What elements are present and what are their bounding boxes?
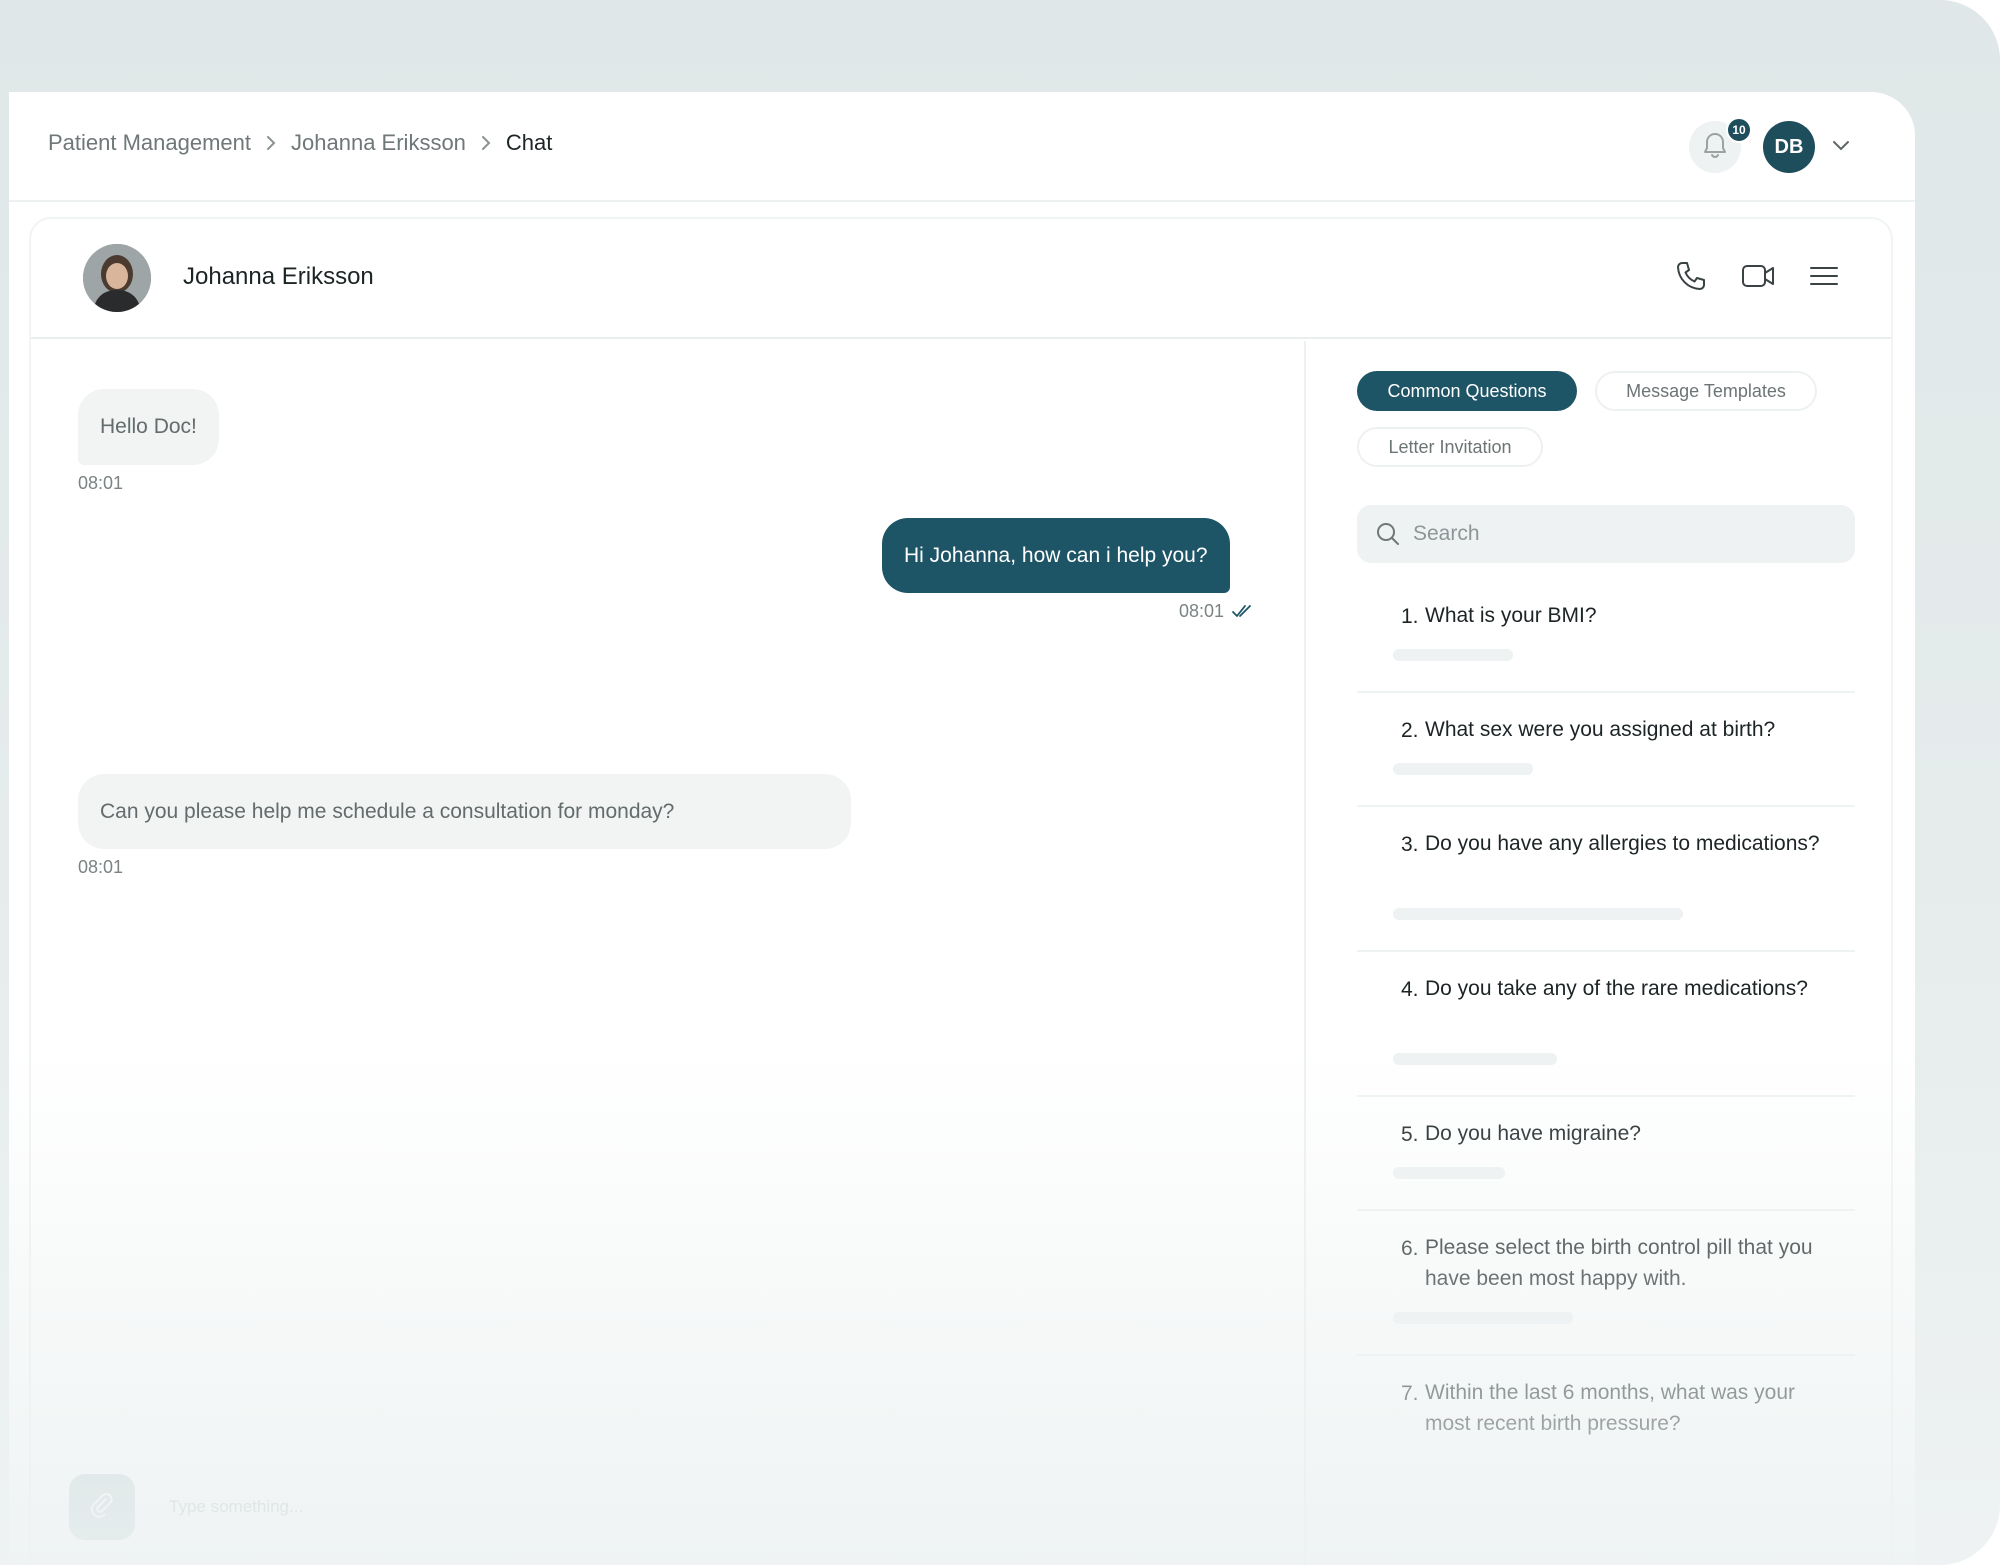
message-timestamp: 08:01 (78, 473, 124, 493)
question-text: Do you have migraine? (1425, 1122, 1641, 1145)
question-number: 1. (1401, 605, 1419, 628)
search-input[interactable] (1413, 522, 1833, 546)
question-placeholder-bar (1393, 1053, 1557, 1065)
question-placeholder-bar (1393, 1167, 1505, 1179)
question-item[interactable]: 6. Please select the birth control pill … (1357, 1213, 1855, 1356)
question-placeholder-bar (1393, 763, 1533, 775)
question-number: 7. (1401, 1382, 1419, 1405)
question-placeholder-bar (1393, 1312, 1573, 1324)
question-item[interactable]: 3. Do you have any allergies to medicati… (1357, 809, 1855, 952)
question-item[interactable]: 5. Do you have migraine? (1357, 1099, 1855, 1211)
chevron-right-icon (265, 134, 277, 152)
phone-icon[interactable] (1674, 259, 1708, 298)
tab-message-templates[interactable]: Message Templates (1595, 371, 1817, 411)
message-list: Hello Doc! 08:01 Hi Johanna, how can i h… (31, 341, 1306, 1565)
question-text: Do you take any of the rare medications? (1425, 977, 1808, 1000)
question-number: 5. (1401, 1123, 1419, 1146)
chat-header: Johanna Eriksson (31, 219, 1891, 339)
search-icon (1375, 521, 1401, 547)
app-window: Patient Management Johanna Eriksson Chat (9, 92, 1915, 1565)
question-number: 4. (1401, 978, 1419, 1001)
side-panel: Common Questions Message Templates Lette… (1321, 341, 1891, 1565)
chat-card: Johanna Eriksson Hello Doc! 08:01 Hi Joh… (31, 219, 1891, 1565)
message-composer (69, 1474, 1269, 1540)
message-text: Hi Johanna, how can i help you? (904, 543, 1208, 567)
search-field[interactable] (1357, 505, 1855, 563)
breadcrumb-current: Chat (505, 130, 553, 155)
top-bar: Patient Management Johanna Eriksson Chat (9, 92, 1915, 202)
question-item[interactable]: 7. Within the last 6 months, what was yo… (1357, 1358, 1855, 1501)
question-text: What sex were you assigned at birth? (1425, 718, 1776, 741)
message-input[interactable] (151, 1474, 1229, 1540)
question-text: Please select the birth control pill tha… (1425, 1236, 1813, 1290)
attach-button[interactable] (69, 1474, 135, 1540)
breadcrumb: Patient Management Johanna Eriksson Chat (48, 130, 552, 156)
double-check-icon (1231, 603, 1255, 624)
question-placeholder-bar (1393, 649, 1513, 661)
app-backdrop: Patient Management Johanna Eriksson Chat (0, 0, 2000, 1565)
notification-count-badge: 10 (1726, 117, 1752, 143)
question-text: Do you have any allergies to medications… (1425, 832, 1820, 855)
paperclip-icon (87, 1490, 117, 1525)
message-bubble-outgoing: Hi Johanna, how can i help you? (882, 518, 1230, 593)
question-placeholder-bar (1393, 908, 1683, 920)
question-number: 6. (1401, 1237, 1419, 1260)
breadcrumb-patient-management[interactable]: Patient Management (48, 130, 251, 156)
chevron-down-icon[interactable] (1831, 138, 1851, 157)
breadcrumb-patient[interactable]: Johanna Eriksson (291, 130, 466, 156)
message-bubble-incoming: Can you please help me schedule a consul… (78, 774, 851, 849)
question-number: 3. (1401, 833, 1419, 856)
chevron-right-icon (480, 134, 492, 152)
question-number: 2. (1401, 719, 1419, 742)
patient-name: Johanna Eriksson (183, 263, 374, 290)
tab-letter-invitation[interactable]: Letter Invitation (1357, 427, 1543, 467)
question-item[interactable]: 2. What sex were you assigned at birth? (1357, 695, 1855, 807)
patient-avatar (83, 244, 151, 312)
video-call-icon[interactable] (1740, 259, 1776, 298)
question-text: What is your BMI? (1425, 604, 1597, 627)
menu-icon[interactable] (1807, 259, 1841, 298)
tab-common-questions[interactable]: Common Questions (1357, 371, 1577, 411)
question-text: Within the last 6 months, what was your … (1425, 1381, 1795, 1435)
message-timestamp: 08:01 (78, 857, 124, 877)
message-text: Hello Doc! (100, 415, 197, 438)
message-text: Can you please help me schedule a consul… (100, 799, 675, 823)
bell-icon (1702, 131, 1728, 164)
message-bubble-incoming: Hello Doc! (78, 389, 219, 465)
message-timestamp: 08:01 (1179, 601, 1225, 621)
question-item[interactable]: 1. What is your BMI? (1357, 581, 1855, 693)
user-avatar[interactable]: DB (1763, 121, 1815, 173)
question-item[interactable]: 4. Do you take any of the rare medicatio… (1357, 954, 1855, 1097)
